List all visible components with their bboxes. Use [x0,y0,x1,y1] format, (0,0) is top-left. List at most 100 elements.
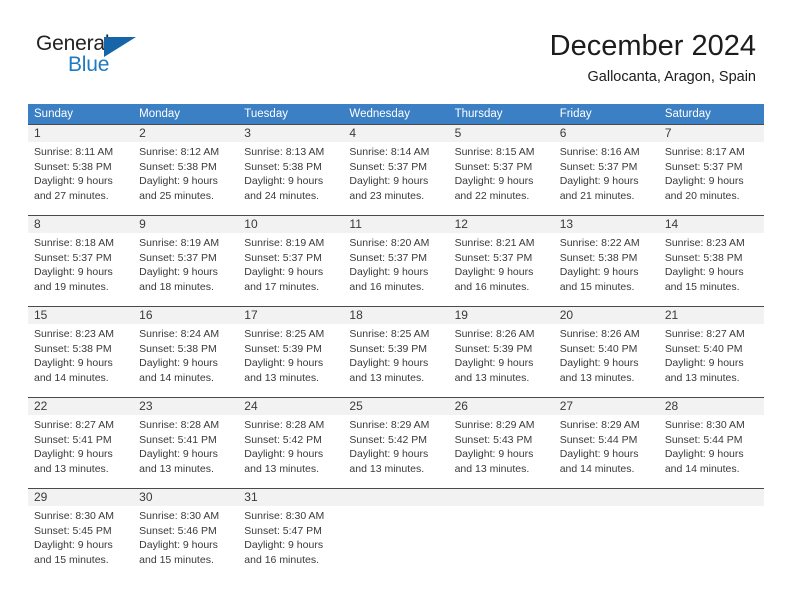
day-number[interactable]: 31 [238,489,343,506]
day-cell[interactable]: Sunrise: 8:21 AM Sunset: 5:37 PM Daylight:… [449,233,554,306]
day-cell[interactable]: Sunrise: 8:27 AM Sunset: 5:40 PM Daylight:… [659,324,764,397]
day-cell[interactable]: Sunrise: 8:20 AM Sunset: 5:37 PM Daylight:… [343,233,448,306]
day-cell[interactable]: Sunrise: 8:26 AM Sunset: 5:39 PM Daylight:… [449,324,554,397]
sunrise-text: Sunrise: 8:23 AM [664,237,745,249]
day-cell[interactable]: Sunrise: 8:26 AM Sunset: 5:40 PM Daylight:… [554,324,659,397]
day-number[interactable]: 24 [238,398,343,415]
weekday-header-wednesday: Wednesday [349,108,410,120]
sunrise-text: Sunrise: 8:21 AM [454,237,535,249]
day-number[interactable]: 14 [659,216,764,233]
calendar-week-row: 8 9 10 11 12 13 14 Sunrise: 8:18 AM Sunset: 5:37… [28,215,764,306]
daylight-text: Daylight: 9 hours [559,266,639,278]
day-cell[interactable]: Sunrise: 8:13 AM Sunset: 5:38 PM Daylight:… [238,142,343,215]
day-number[interactable]: 3 [238,125,343,142]
sunrise-text: Sunrise: 8:26 AM [454,328,535,340]
sunset-text: Sunset: 5:38 PM [34,342,112,355]
day-number[interactable]: 30 [133,489,238,506]
sunset-text: Sunset: 5:38 PM [139,160,217,173]
day-number[interactable]: 18 [343,307,448,324]
calendar-week-row: 29 30 31 Sunrise: 8:30 AM Sunset: 5:45 PM Day… [28,488,764,579]
day-cell[interactable]: Sunrise: 8:29 AM Sunset: 5:42 PM Daylight:… [343,415,448,488]
daylight-text: Daylight: 9 hours [559,357,639,369]
day-cell[interactable]: Sunrise: 8:30 AM Sunset: 5:44 PM Daylight:… [659,415,764,488]
day-cell[interactable]: Sunrise: 8:15 AM Sunset: 5:37 PM Daylight:… [449,142,554,215]
daylight-text: and 15 minutes. [664,280,740,293]
sunset-text: Sunset: 5:47 PM [244,524,322,537]
day-cell[interactable]: Sunrise: 8:30 AM Sunset: 5:45 PM Daylight:… [28,506,133,579]
day-number[interactable]: 19 [449,307,554,324]
day-number[interactable]: 9 [133,216,238,233]
day-number[interactable]: 2 [133,125,238,142]
day-cell[interactable]: Sunrise: 8:22 AM Sunset: 5:38 PM Daylight:… [554,233,659,306]
daylight-text: Daylight: 9 hours [349,357,429,369]
day-cell[interactable]: Sunrise: 8:28 AM Sunset: 5:42 PM Daylight:… [238,415,343,488]
day-number[interactable]: 10 [238,216,343,233]
sunset-text: Sunset: 5:39 PM [244,342,322,355]
day-number[interactable]: 11 [343,216,448,233]
day-cell[interactable]: Sunrise: 8:27 AM Sunset: 5:41 PM Daylight:… [28,415,133,488]
day-cell-empty [554,506,659,579]
day-number[interactable]: 8 [28,216,133,233]
day-cell[interactable]: Sunrise: 8:29 AM Sunset: 5:44 PM Daylight:… [554,415,659,488]
day-cell[interactable]: Sunrise: 8:28 AM Sunset: 5:41 PM Daylight:… [133,415,238,488]
day-number-band: 22 23 24 25 26 27 28 [28,398,764,415]
day-cell[interactable]: Sunrise: 8:11 AM Sunset: 5:38 PM Daylight:… [28,142,133,215]
sunset-text: Sunset: 5:37 PM [244,251,322,264]
day-cell[interactable]: Sunrise: 8:29 AM Sunset: 5:43 PM Daylight:… [449,415,554,488]
day-detail-band: Sunrise: 8:30 AM Sunset: 5:45 PM Daylight:… [28,506,764,579]
day-number[interactable]: 4 [343,125,448,142]
day-number[interactable]: 7 [659,125,764,142]
daylight-text: and 14 minutes. [139,371,214,384]
sunset-text: Sunset: 5:37 PM [559,160,638,173]
day-cell[interactable]: Sunrise: 8:17 AM Sunset: 5:37 PM Daylight:… [659,142,764,215]
day-cell[interactable]: Sunrise: 8:18 AM Sunset: 5:37 PM Daylight:… [28,233,133,306]
day-number[interactable]: 21 [659,307,764,324]
day-cell[interactable]: Sunrise: 8:23 AM Sunset: 5:38 PM Daylight:… [28,324,133,397]
day-number[interactable]: 27 [554,398,659,415]
day-number[interactable]: 26 [449,398,554,415]
daylight-text: Daylight: 9 hours [349,448,429,460]
day-number[interactable]: 25 [343,398,448,415]
daylight-text: and 16 minutes. [244,553,319,566]
day-number[interactable]: 6 [554,125,659,142]
day-number[interactable]: 1 [28,125,133,142]
sunset-text: Sunset: 5:41 PM [34,433,112,446]
day-number[interactable]: 29 [28,489,133,506]
day-number-band: 29 30 31 [28,489,764,506]
day-cell[interactable]: Sunrise: 8:25 AM Sunset: 5:39 PM Daylight:… [343,324,448,397]
daylight-text: Daylight: 9 hours [244,448,324,460]
day-number[interactable]: 15 [28,307,133,324]
day-number-empty [343,489,448,506]
sunrise-text: Sunrise: 8:25 AM [349,328,430,340]
daylight-text: and 14 minutes. [664,462,740,475]
day-number[interactable]: 16 [133,307,238,324]
day-cell[interactable]: Sunrise: 8:14 AM Sunset: 5:37 PM Daylight:… [343,142,448,215]
day-number[interactable]: 12 [449,216,554,233]
day-cell[interactable]: Sunrise: 8:25 AM Sunset: 5:39 PM Daylight:… [238,324,343,397]
sunrise-text: Sunrise: 8:27 AM [664,328,745,340]
sunrise-text: Sunrise: 8:29 AM [349,419,430,431]
sunrise-text: Sunrise: 8:13 AM [244,146,325,158]
day-cell[interactable]: Sunrise: 8:12 AM Sunset: 5:38 PM Daylight:… [133,142,238,215]
day-number[interactable]: 20 [554,307,659,324]
day-number[interactable]: 13 [554,216,659,233]
day-cell[interactable]: Sunrise: 8:16 AM Sunset: 5:37 PM Daylight:… [554,142,659,215]
daylight-text: Daylight: 9 hours [349,175,429,187]
day-number[interactable]: 22 [28,398,133,415]
daylight-text: Daylight: 9 hours [664,357,744,369]
daylight-text: and 20 minutes. [664,189,740,202]
day-number[interactable]: 28 [659,398,764,415]
day-number[interactable]: 17 [238,307,343,324]
day-cell[interactable]: Sunrise: 8:30 AM Sunset: 5:46 PM Daylight:… [133,506,238,579]
daylight-text: and 13 minutes. [454,462,530,475]
day-cell[interactable]: Sunrise: 8:19 AM Sunset: 5:37 PM Daylight:… [238,233,343,306]
day-detail-band: Sunrise: 8:27 AM Sunset: 5:41 PM Daylight:… [28,415,764,488]
day-number[interactable]: 5 [449,125,554,142]
weekday-header-friday: Friday [559,108,592,120]
day-cell[interactable]: Sunrise: 8:24 AM Sunset: 5:38 PM Daylight:… [133,324,238,397]
day-cell[interactable]: Sunrise: 8:30 AM Sunset: 5:47 PM Daylight:… [238,506,343,579]
day-cell[interactable]: Sunrise: 8:23 AM Sunset: 5:38 PM Daylight:… [659,233,764,306]
sunrise-sunset-calendar: Sunday Monday Tuesday Wednesday Thursday… [28,104,764,579]
day-number[interactable]: 23 [133,398,238,415]
day-cell[interactable]: Sunrise: 8:19 AM Sunset: 5:37 PM Daylight:… [133,233,238,306]
